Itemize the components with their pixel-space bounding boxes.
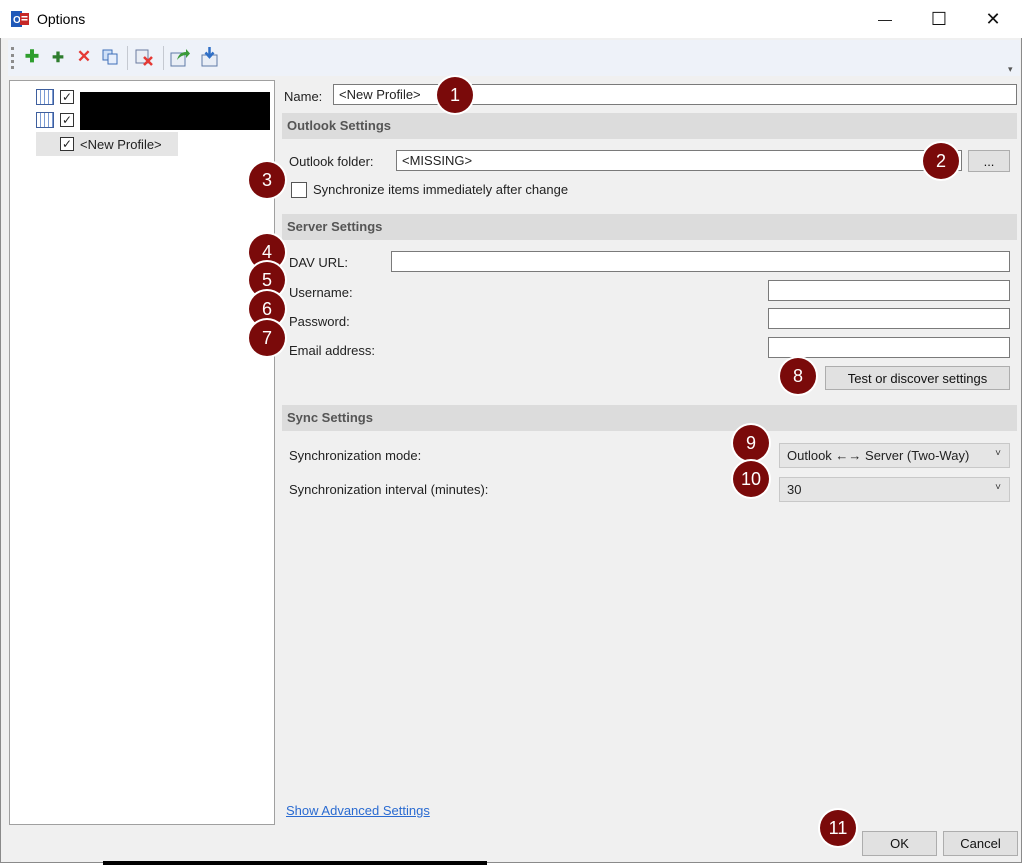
window-title: Options [37,11,86,27]
name-label: Name: [284,89,323,104]
chevron-down-icon: ˅ [995,448,1001,459]
password-input[interactable] [768,308,1010,329]
add-profile-icon: ✚ [24,47,40,66]
test-discover-settings-button[interactable]: Test or discover settings [825,366,1010,390]
export-icon [170,49,190,67]
delete-profile-button[interactable]: ✕ [73,46,95,68]
import-button[interactable] [199,46,221,68]
copy-icon [102,49,118,65]
sync-mode-value: Outlook ←→ Server (Two-Way) [787,448,970,463]
sync-immediately-label: Synchronize items immediately after chan… [313,182,569,197]
annotation-marker-8: 8 [780,358,816,394]
clear-cache-icon [135,49,153,66]
maximize-icon: ☐ [930,8,948,29]
toolbar: ✚ ✚ ✕ ▾ [8,40,1020,76]
sync-settings-header: Sync Settings [282,405,1017,431]
copy-profile-button[interactable] [99,46,121,68]
delete-icon: ✕ [76,47,92,66]
add-multiple-profiles-icon: ✚ [52,48,64,65]
annotation-marker-2: 2 [923,143,959,179]
sync-interval-label: Synchronization interval (minutes): [289,482,489,497]
profile-checkbox[interactable]: ✓ [60,137,74,151]
close-icon: ✕ [985,8,1001,29]
annotation-marker-7: 7 [249,320,285,356]
profile-checkbox[interactable]: ✓ [60,90,74,104]
add-multiple-profiles-button[interactable]: ✚ [47,46,69,68]
sync-mode-select[interactable]: Outlook ←→ Server (Two-Way) ˅ [779,443,1010,468]
toolbar-overflow-icon[interactable]: ▾ [1008,64,1013,75]
username-label: Username: [289,285,353,300]
add-profile-button[interactable]: ✚ [21,46,43,68]
name-input[interactable]: <New Profile> [333,84,1017,105]
sync-interval-value: 30 [787,482,802,497]
username-input[interactable] [768,280,1010,301]
email-address-label: Email address: [289,343,375,358]
annotation-marker-1: 1 [437,77,473,113]
tree-item-label: <New Profile> [80,136,162,152]
password-label: Password: [289,314,350,329]
redacted-profile-names [80,92,270,130]
export-button[interactable] [169,46,191,68]
annotation-marker-11: 11 [820,810,856,846]
toolbar-grip[interactable] [11,47,14,69]
outlook-folder-label: Outlook folder: [289,154,374,169]
profile-tree[interactable]: ✓ ✓ ✓ <New Profile> [9,80,275,825]
outlook-folder-input[interactable]: <MISSING> [396,150,962,171]
clear-cache-button[interactable] [133,46,155,68]
calendar-icon [36,89,54,105]
tree-item-new-profile[interactable]: ✓ <New Profile> [36,132,178,156]
toolbar-separator [127,46,128,70]
browse-folder-button[interactable]: ... [968,150,1010,172]
maximize-button[interactable]: ☐ [912,0,966,38]
dav-url-label: DAV URL: [289,255,348,270]
import-icon [201,47,218,67]
minimize-icon: — [878,11,892,27]
title-bar: O Options — ☐ ✕ [0,0,1022,38]
close-button[interactable]: ✕ [966,0,1020,38]
outlook-caldav-app-icon: O [11,11,29,27]
annotation-marker-3: 3 [249,162,285,198]
toolbar-separator [163,46,164,70]
svg-text:O: O [13,15,21,26]
show-advanced-settings-link[interactable]: Show Advanced Settings [286,803,430,818]
ok-button[interactable]: OK [862,831,937,856]
cancel-button[interactable]: Cancel [943,831,1018,856]
minimize-button[interactable]: — [858,0,912,38]
outlook-settings-header: Outlook Settings [282,113,1017,139]
annotation-marker-9: 9 [733,425,769,461]
taskbar-edge [103,861,487,865]
email-address-input[interactable] [768,337,1010,358]
server-settings-header: Server Settings [282,214,1017,240]
sync-interval-select[interactable]: 30 ˅ [779,477,1010,502]
sync-mode-label: Synchronization mode: [289,448,422,463]
profile-checkbox[interactable]: ✓ [60,113,74,127]
chevron-down-icon: ˅ [995,482,1001,493]
calendar-icon [36,112,54,128]
annotation-marker-10: 10 [733,461,769,497]
dav-url-input[interactable] [391,251,1010,272]
sync-immediately-checkbox[interactable] [291,182,307,198]
